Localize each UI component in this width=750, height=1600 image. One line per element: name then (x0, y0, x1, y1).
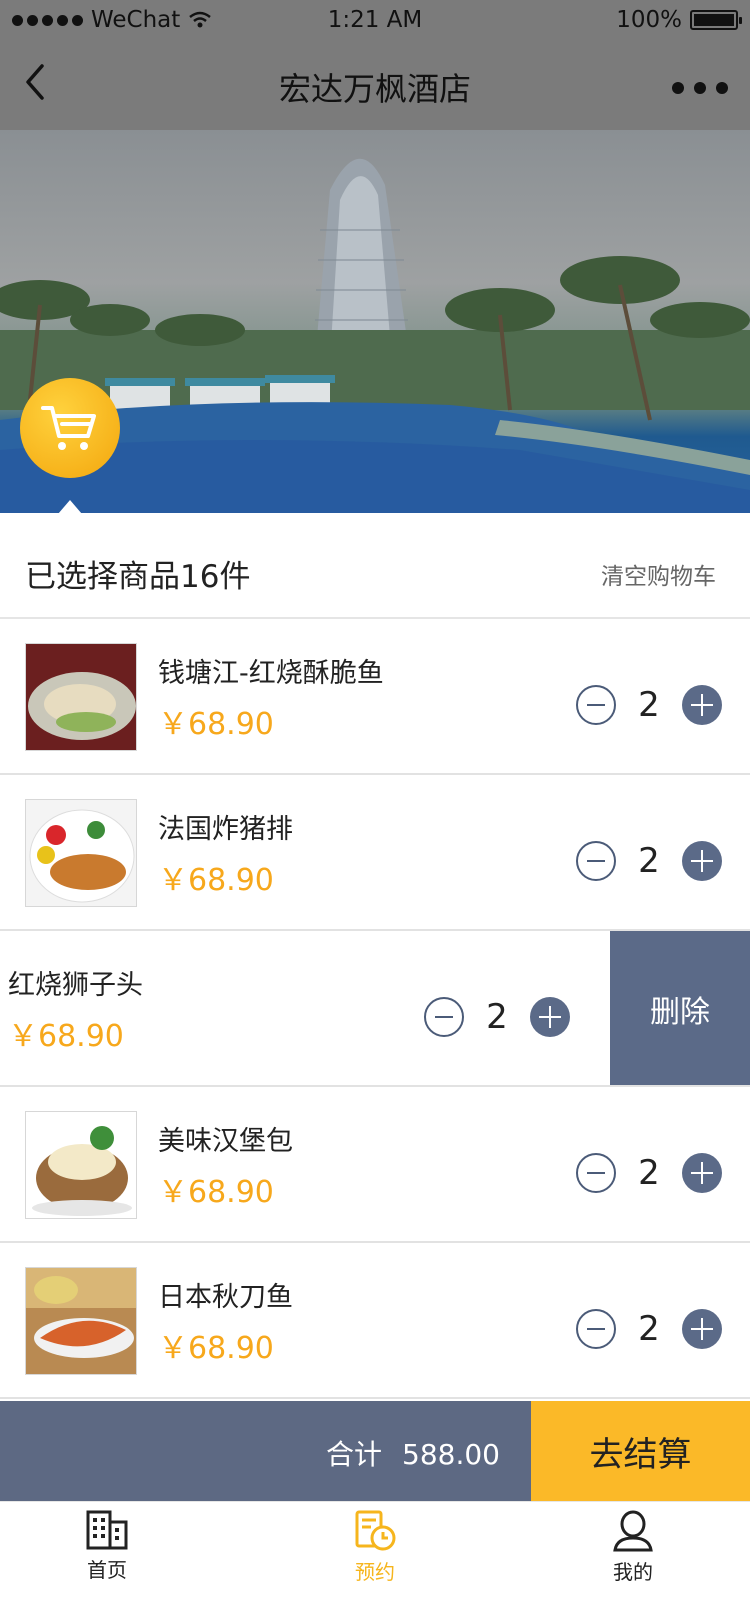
more-icon[interactable] (672, 82, 728, 94)
dish-name: 红烧狮子头 (8, 970, 143, 1001)
cart-panel: 已选择商品16件 清空购物车 钱塘江-红烧酥脆鱼 ￥68.90 2 法国炸猪排 … (0, 513, 750, 1401)
cart-item-swiped: 红烧狮子头 ￥68.90 2 删除 (0, 931, 750, 1087)
shopping-cart-icon (41, 406, 96, 450)
increase-quantity-button[interactable] (682, 841, 722, 881)
quantity-value: 2 (486, 997, 508, 1037)
panel-pointer (58, 500, 82, 514)
calendar-clock-icon (355, 1510, 396, 1551)
decrease-quantity-button[interactable] (576, 841, 616, 881)
quantity-stepper: 2 (576, 841, 722, 881)
cart-item: 钱塘江-红烧酥脆鱼 ￥68.90 2 (0, 619, 750, 775)
dish-image (25, 643, 137, 751)
decrease-quantity-button[interactable] (576, 685, 616, 725)
dish-image (25, 1267, 137, 1375)
total-value: 588.00 (402, 1438, 500, 1471)
delete-item-button[interactable]: 删除 (610, 931, 750, 1085)
dish-image (25, 1111, 137, 1219)
tab-profile[interactable]: 我的 (558, 1510, 708, 1585)
dish-name: 钱塘江-红烧酥脆鱼 (158, 658, 384, 689)
status-bar: WeChat 1:21 AM 100% (0, 0, 750, 40)
cart-item: 日本秋刀鱼 ￥68.90 2 (0, 1243, 750, 1399)
tab-home[interactable]: 首页 (32, 1510, 182, 1583)
dish-price: ￥68.90 (8, 1019, 124, 1054)
hotel-hero-image (0, 130, 750, 513)
increase-quantity-button[interactable] (682, 1309, 722, 1349)
quantity-stepper: 2 (424, 997, 570, 1037)
dish-image (25, 799, 137, 907)
selected-count: 已选择商品16件 (25, 559, 251, 595)
cart-button[interactable] (20, 378, 120, 478)
tab-label: 首页 (87, 1558, 127, 1582)
dish-name: 法国炸猪排 (158, 814, 293, 845)
tab-label: 预约 (355, 1560, 395, 1584)
dish-price: ￥68.90 (158, 1175, 274, 1210)
top-bar: WeChat 1:21 AM 100% 宏达万枫酒店 (0, 0, 750, 130)
dish-name: 日本秋刀鱼 (158, 1282, 293, 1313)
dish-price: ￥68.90 (158, 1331, 274, 1366)
increase-quantity-button[interactable] (682, 685, 722, 725)
hotel-scene-illustration (0, 158, 750, 513)
decrease-quantity-button[interactable] (576, 1309, 616, 1349)
dish-price: ￥68.90 (158, 863, 274, 898)
building-icon (86, 1510, 128, 1550)
increase-quantity-button[interactable] (682, 1153, 722, 1193)
decrease-quantity-button[interactable] (424, 997, 464, 1037)
quantity-value: 2 (638, 841, 660, 881)
battery-icon (690, 10, 742, 30)
cart-panel-header: 已选择商品16件 清空购物车 (0, 513, 750, 619)
tab-label: 我的 (613, 1560, 653, 1584)
checkout-bar: 合计 588.00 去结算 (0, 1401, 750, 1501)
quantity-stepper: 2 (576, 1309, 722, 1349)
quantity-value: 2 (638, 1309, 660, 1349)
order-total: 合计 588.00 (0, 1433, 500, 1473)
cart-item: 法国炸猪排 ￥68.90 2 (0, 775, 750, 931)
nav-bar: 宏达万枫酒店 (0, 40, 750, 130)
dish-price: ￥68.90 (158, 707, 274, 742)
user-icon (613, 1510, 653, 1552)
cart-item: 美味汉堡包 ￥68.90 2 (0, 1087, 750, 1243)
checkout-button[interactable]: 去结算 (531, 1401, 750, 1501)
tab-booking[interactable]: 预约 (300, 1510, 450, 1585)
dish-name: 美味汉堡包 (158, 1126, 293, 1157)
increase-quantity-button[interactable] (530, 997, 570, 1037)
battery-label: 100% (616, 7, 682, 33)
quantity-value: 2 (638, 1153, 660, 1193)
page-title: 宏达万枫酒店 (278, 70, 471, 108)
quantity-value: 2 (638, 685, 660, 725)
total-label: 合计 (326, 1438, 383, 1471)
quantity-stepper: 2 (576, 1153, 722, 1193)
clear-cart-button[interactable]: 清空购物车 (601, 557, 716, 591)
quantity-stepper: 2 (576, 685, 722, 725)
tab-bar: 首页 预约 我的 (0, 1501, 750, 1600)
decrease-quantity-button[interactable] (576, 1153, 616, 1193)
